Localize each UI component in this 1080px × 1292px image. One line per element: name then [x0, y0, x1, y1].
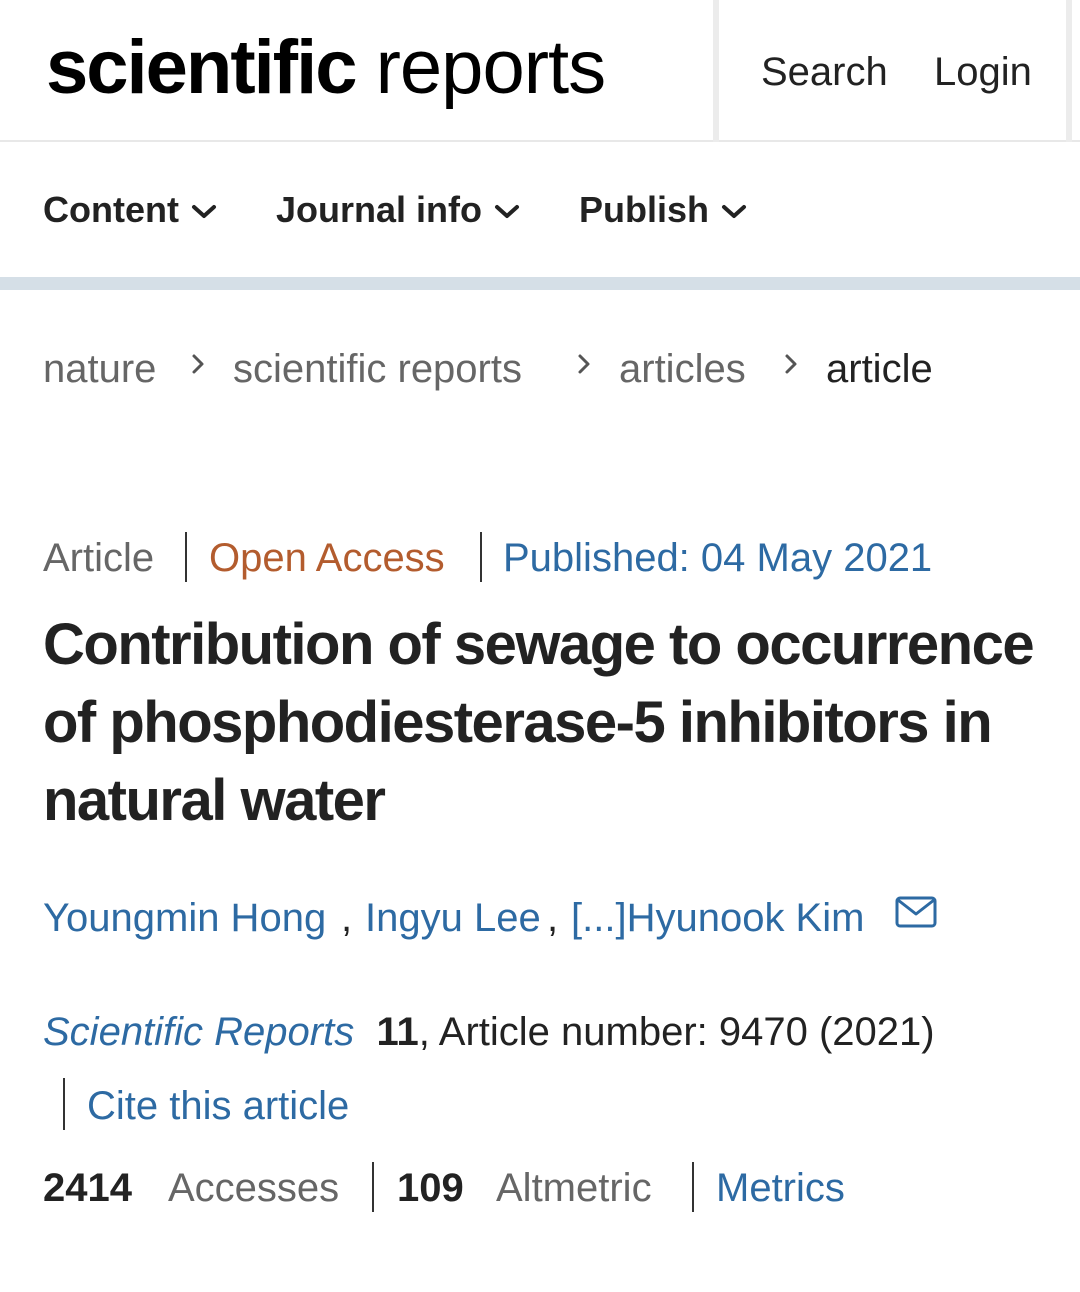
header-divider — [713, 0, 719, 142]
article-title: Contribution of sewage to occurrence of … — [43, 612, 1035, 833]
citation-line: Scientific Reports 11, Article number: 9… — [43, 1006, 935, 1058]
nav-bottom-bar — [0, 277, 1080, 290]
mail-icon[interactable] — [895, 896, 937, 928]
metrics-divider — [372, 1162, 374, 1212]
published-date: Published: 04 May 2021 — [503, 536, 933, 580]
chevron-down-icon — [495, 205, 519, 219]
author-separator: , — [547, 896, 559, 940]
site-logo[interactable]: scientific reports — [46, 22, 607, 114]
volume: 11 — [376, 1010, 419, 1054]
breadcrumb-scientific-reports[interactable]: scientific reports — [233, 344, 522, 394]
nav-content-label: Content — [43, 189, 179, 230]
chevron-right-icon — [785, 354, 797, 374]
author-link[interactable]: Youngmin Hong — [43, 892, 326, 944]
journal-link[interactable]: Scientific Reports — [43, 1010, 354, 1054]
meta-divider — [480, 532, 482, 582]
accesses-label: Accesses — [168, 1166, 340, 1210]
article-type: Article — [43, 536, 155, 580]
chevron-right-icon — [192, 354, 204, 374]
main-nav: Content Journal info Publish — [0, 142, 1080, 278]
login-link[interactable]: Login — [934, 48, 1032, 96]
meta-divider — [185, 532, 187, 582]
site-header: scientific reports Search Login — [0, 0, 1080, 142]
nav-content[interactable]: Content — [43, 188, 217, 232]
metrics-link[interactable]: Metrics — [716, 1162, 845, 1214]
altmetric-label: Altmetric — [496, 1166, 652, 1210]
header-divider-right — [1066, 0, 1072, 142]
chevron-right-icon — [578, 354, 590, 374]
nav-publish-label: Publish — [579, 189, 710, 230]
chevron-down-icon — [722, 205, 747, 219]
author-link[interactable]: Ingyu Lee — [365, 892, 541, 944]
chevron-down-icon — [191, 205, 216, 219]
article-number: , Article number: 9470 (2021) — [418, 1010, 935, 1054]
nav-journal-info[interactable]: Journal info — [276, 188, 520, 232]
brand-bold: scientific — [46, 25, 357, 110]
brand-light: reports — [375, 25, 607, 110]
open-access-badge: Open Access — [209, 536, 445, 580]
author-separator: , — [341, 896, 353, 940]
nav-publish[interactable]: Publish — [579, 188, 747, 232]
breadcrumb-current: article — [826, 347, 933, 391]
nav-journal-info-label: Journal info — [276, 189, 482, 230]
cite-divider — [63, 1078, 65, 1130]
author-link[interactable]: [...]Hyunook Kim — [571, 892, 864, 944]
breadcrumb-articles[interactable]: articles — [619, 344, 746, 394]
cite-this-article-link[interactable]: Cite this article — [87, 1080, 349, 1132]
breadcrumb-nature[interactable]: nature — [43, 344, 156, 394]
altmetric-count: 109 — [397, 1166, 464, 1210]
metrics-divider — [692, 1162, 694, 1212]
accesses-count: 2414 — [43, 1166, 132, 1210]
search-link[interactable]: Search — [761, 48, 888, 96]
